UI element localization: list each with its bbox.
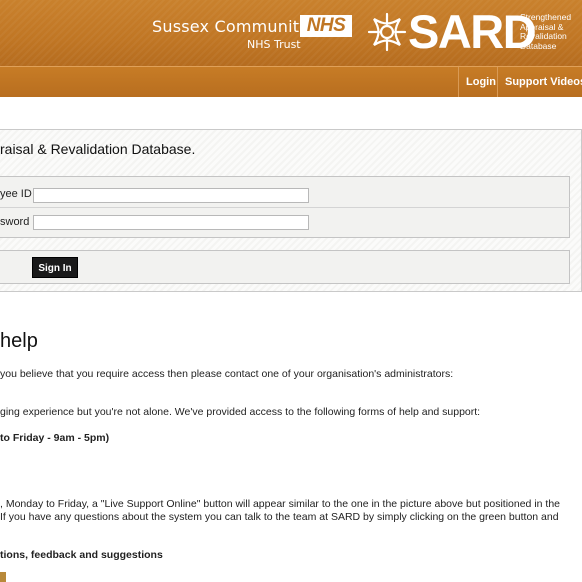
partial-icon — [0, 572, 6, 582]
help-hours: to Friday - 9am - 5pm) — [0, 432, 110, 444]
password-label: sword — [0, 216, 30, 228]
trust-name: Sussex Community — [152, 17, 309, 36]
signin-box — [0, 250, 570, 284]
employee-id-label: yee ID — [0, 188, 32, 200]
employee-id-field[interactable] — [33, 188, 309, 203]
nhs-logo: NHS — [300, 15, 352, 37]
nav-bar: Login Support Videos — [0, 66, 582, 97]
help-paragraph: , Monday to Friday, a "Live Support Onli… — [0, 498, 561, 510]
sign-in-button[interactable]: Sign In — [32, 257, 78, 278]
help-subheading: tions, feedback and suggestions — [0, 549, 163, 561]
help-paragraph: ging experience but you're not alone. We… — [0, 406, 481, 418]
sard-knot-emblem-icon — [367, 12, 407, 52]
sard-logo: SARD — [408, 5, 537, 58]
sard-tagline-line: Database — [520, 40, 557, 51]
help-heading: help — [0, 330, 38, 352]
password-field[interactable] — [33, 215, 309, 230]
sard-tagline: Strengthened Appraisal & Revalidation Da… — [520, 12, 580, 51]
help-paragraph: If you have any questions about the syst… — [0, 511, 559, 523]
trust-subtitle: NHS Trust — [247, 38, 301, 51]
login-title: raisal & Revalidation Database. — [0, 141, 196, 157]
site-header: Sussex Community NHS Trust NHS SARD Stre… — [0, 0, 582, 66]
nav-support-videos-link[interactable]: Support Videos — [497, 67, 582, 97]
help-paragraph: you believe that you require access then… — [0, 368, 454, 380]
field-divider — [0, 207, 570, 208]
